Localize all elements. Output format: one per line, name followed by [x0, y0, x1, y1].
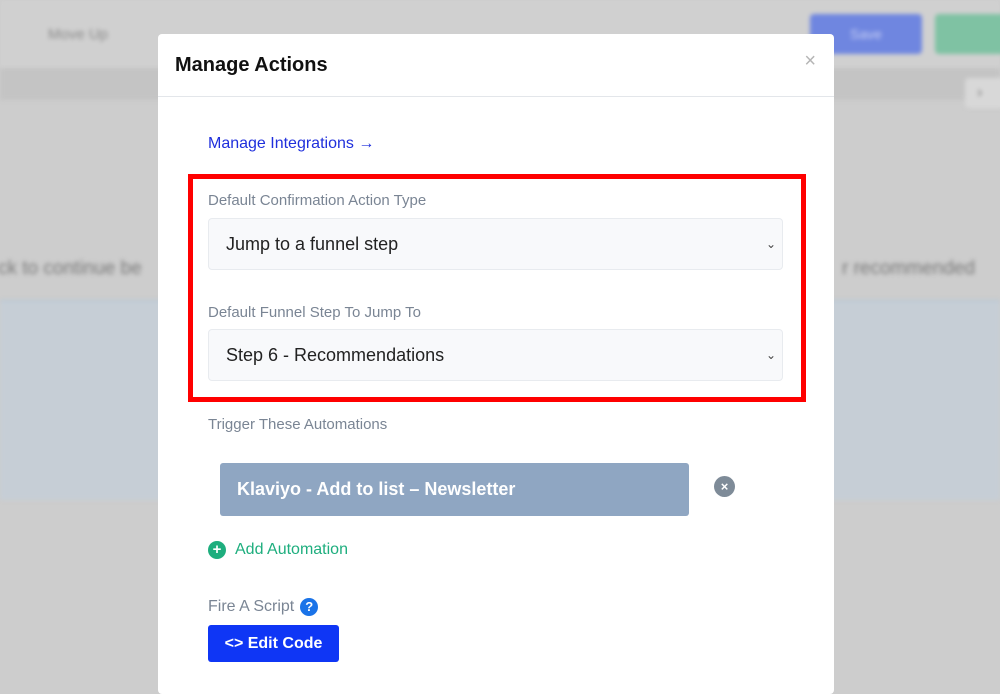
background-text-right: r recommended — [842, 258, 976, 279]
confirmation-action-label: Default Confirmation Action Type — [208, 192, 427, 209]
background-expand-icon: › — [965, 78, 1000, 108]
modal-header: Manage Actions × — [158, 34, 834, 97]
confirmation-action-select[interactable]: Jump to a funnel step ⌄ — [208, 218, 783, 270]
fire-script-label: Fire A Script — [208, 598, 295, 615]
help-icon[interactable]: ? — [300, 598, 319, 616]
manage-integrations-link[interactable]: Manage Integrations → — [208, 135, 374, 153]
edit-code-button[interactable]: <> Edit Code — [208, 625, 339, 662]
manage-actions-modal: Manage Actions × Manage Integrations → D… — [158, 34, 834, 694]
automation-item[interactable]: Klaviyo - Add to list – Newsletter — [220, 463, 689, 516]
add-automation-button[interactable]: + Add Automation — [208, 541, 348, 559]
plus-circle-icon: + — [208, 541, 226, 559]
fire-script-label-row: Fire A Script ? — [208, 598, 319, 616]
background-green-button — [935, 14, 1000, 54]
add-automation-label: Add Automation — [235, 541, 348, 558]
code-icon: <> — [224, 635, 244, 652]
funnel-step-select[interactable]: Step 6 - Recommendations ⌄ — [208, 329, 783, 381]
edit-code-label: Edit Code — [247, 635, 323, 652]
confirmation-action-value: Jump to a funnel step — [226, 234, 399, 254]
chevron-down-icon: ⌄ — [765, 348, 776, 362]
chevron-down-icon: ⌄ — [765, 237, 776, 251]
funnel-step-label: Default Funnel Step To Jump To — [208, 304, 421, 321]
background-move-up: Move Up — [48, 26, 109, 43]
remove-automation-icon[interactable]: × — [714, 476, 735, 497]
funnel-step-value: Step 6 - Recommendations — [226, 345, 445, 365]
background-text-left: ck to continue be — [0, 258, 142, 279]
modal-title: Manage Actions — [175, 54, 328, 76]
close-icon[interactable]: × — [804, 50, 816, 73]
automations-label: Trigger These Automations — [208, 416, 388, 433]
